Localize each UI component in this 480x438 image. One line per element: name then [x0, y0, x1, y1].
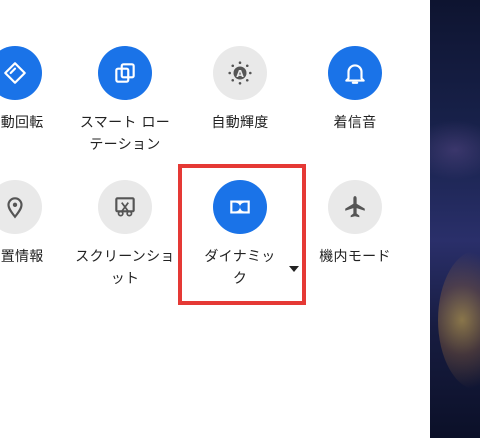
smart-rotation-icon[interactable]	[98, 46, 152, 100]
tile-label: スクリーンショ ット	[75, 249, 175, 287]
tile-ring[interactable]: 着信音	[295, 46, 415, 176]
tile-location[interactable]: 位置情報	[0, 180, 75, 310]
tile-label: 自動回転	[0, 115, 44, 131]
tile-label: 着信音	[333, 115, 377, 131]
tile-auto-brightness[interactable]: A 自動輝度	[180, 46, 300, 176]
rotate-icon[interactable]	[0, 46, 42, 100]
tile-label: 自動輝度	[211, 115, 269, 131]
location-pin-icon[interactable]	[0, 180, 42, 234]
screenshot-icon[interactable]	[98, 180, 152, 234]
tile-smart-rotation[interactable]: スマート ロー テーション	[65, 46, 185, 176]
auto-brightness-icon[interactable]: A	[213, 46, 267, 100]
tile-label: スマート ロー テーション	[79, 115, 171, 153]
tile-screenshot[interactable]: スクリーンショ ット	[65, 180, 185, 310]
tile-label: 位置情報	[0, 249, 44, 265]
highlight-box	[178, 164, 306, 305]
wallpaper	[430, 0, 480, 438]
quick-settings-panel: 自動回転 スマート ロー テーション A 自動輝度 着信音	[0, 0, 430, 438]
tile-airplane[interactable]: 機内モード	[295, 180, 415, 310]
svg-text:A: A	[236, 69, 244, 80]
airplane-icon[interactable]	[328, 180, 382, 234]
tile-auto-rotate[interactable]: 自動回転	[0, 46, 75, 176]
tile-label: 機内モード	[319, 249, 391, 265]
bell-icon[interactable]	[328, 46, 382, 100]
